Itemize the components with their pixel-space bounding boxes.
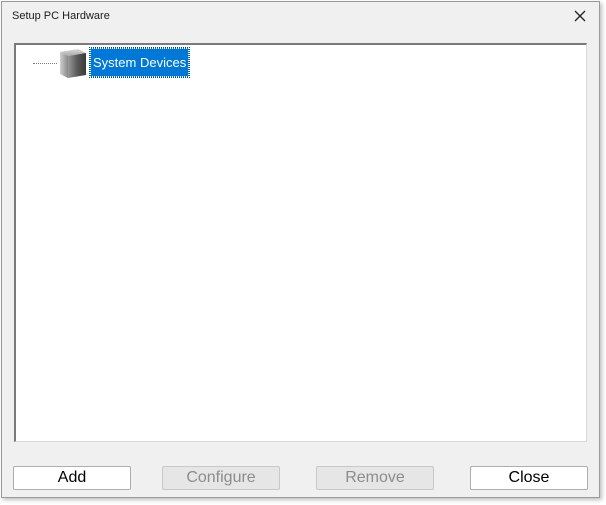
add-button[interactable]: Add <box>13 466 131 490</box>
title-bar: Setup PC Hardware <box>2 2 599 32</box>
close-icon <box>574 10 586 22</box>
close-button[interactable]: Close <box>470 466 588 490</box>
close-window-button[interactable] <box>567 5 593 27</box>
system-devices-icon <box>60 49 86 78</box>
dialog-title: Setup PC Hardware <box>12 10 110 22</box>
remove-button[interactable]: Remove <box>316 466 434 490</box>
configure-button[interactable]: Configure <box>162 466 280 490</box>
tree-connector-line <box>33 63 57 64</box>
hardware-tree-view[interactable]: System Devices <box>14 43 587 442</box>
setup-pc-hardware-dialog: Setup PC Hardware System Devices Add Con… <box>1 1 600 498</box>
tree-item-system-devices[interactable]: System Devices <box>88 47 191 78</box>
